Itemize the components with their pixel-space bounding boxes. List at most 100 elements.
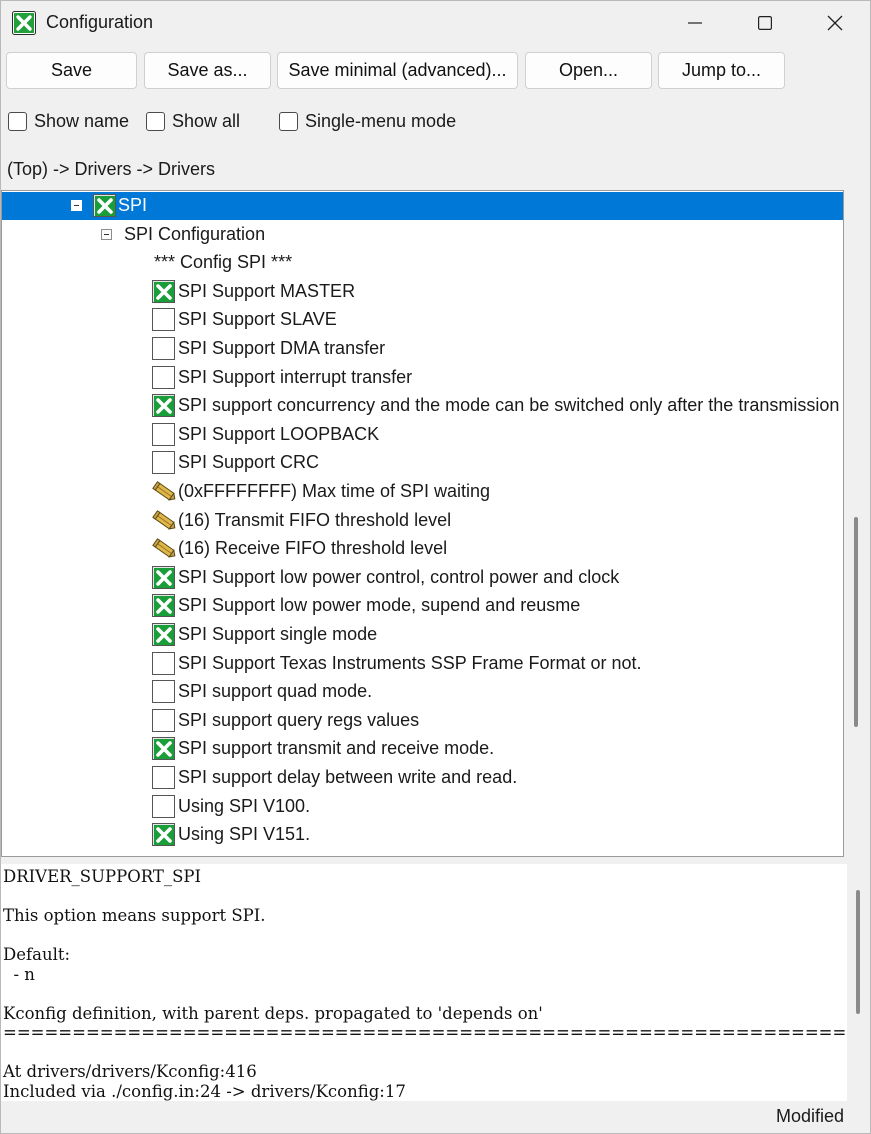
tree-row[interactable]: Using SPI V151.: [2, 821, 843, 849]
tree-row[interactable]: SPI Support MASTER: [2, 278, 843, 306]
tree-row[interactable]: *** Config SPI ***: [2, 249, 843, 277]
tree-row[interactable]: SPI Support Texas Instruments SSP Frame …: [2, 650, 843, 678]
show-all-option[interactable]: Show all: [146, 111, 240, 132]
tree-row-label: (0xFFFFFFFF) Max time of SPI waiting: [178, 481, 491, 501]
toolbar: Save Save as... Save minimal (advanced).…: [0, 52, 871, 89]
tree-row-label: SPI: [118, 195, 148, 215]
help-text: DRIVER_SUPPORT_SPI This option means sup…: [3, 867, 847, 1101]
unchecked-checkbox-icon[interactable]: [152, 708, 175, 732]
tree-row-label: *** Config SPI ***: [154, 252, 293, 273]
tree-row[interactable]: (0xFFFFFFFF) Max time of SPI waiting: [2, 478, 843, 506]
single-menu-label: Single-menu mode: [305, 111, 457, 131]
tree-row[interactable]: (16) Transmit FIFO threshold level: [2, 507, 843, 535]
tree-row[interactable]: Using SPI V100.: [2, 793, 843, 821]
tree-row[interactable]: SPI Support SLAVE: [2, 306, 843, 334]
unchecked-checkbox-icon[interactable]: [152, 651, 175, 675]
tree-row[interactable]: SPI: [2, 192, 843, 220]
tree-row-label: SPI Support low power mode, supend and r…: [178, 595, 581, 616]
show-name-label: Show name: [34, 111, 130, 131]
pencil-icon: [152, 508, 178, 534]
tree-row[interactable]: SPI Support single mode: [2, 621, 843, 649]
checked-checkbox-icon[interactable]: [152, 394, 175, 418]
checked-checkbox-icon[interactable]: [152, 594, 175, 618]
show-name-option[interactable]: Show name: [8, 111, 129, 132]
tree-row-label: SPI Support DMA transfer: [178, 338, 386, 358]
breadcrumb: (Top) -> Drivers -> Drivers: [7, 159, 216, 179]
help-panel: DRIVER_SUPPORT_SPI This option means sup…: [1, 864, 847, 1101]
single-menu-checkbox[interactable]: [279, 112, 298, 131]
pencil-icon: [152, 536, 178, 562]
help-scrollbar-thumb[interactable]: [856, 890, 860, 1014]
collapse-icon[interactable]: [101, 228, 112, 240]
checked-checkbox-icon[interactable]: [152, 823, 175, 847]
title-bar[interactable]: Configuration: [0, 0, 871, 46]
tree-row-label: SPI support delay between write and read…: [178, 767, 518, 787]
checked-checkbox-icon[interactable]: [152, 279, 175, 303]
save-button[interactable]: Save: [6, 52, 137, 89]
show-name-checkbox[interactable]: [8, 112, 27, 131]
tree-row-label: SPI support quad mode.: [178, 681, 373, 702]
pencil-icon: [152, 479, 178, 505]
unchecked-checkbox-icon[interactable]: [152, 794, 175, 818]
tree-row-label: SPI Support interrupt transfer: [178, 366, 413, 387]
tree-row[interactable]: SPI support delay between write and read…: [2, 764, 843, 792]
tree-row[interactable]: (16) Receive FIFO threshold level: [2, 535, 843, 563]
tree-scrollbar[interactable]: [844, 190, 868, 857]
tree-row-label: SPI Configuration: [124, 223, 266, 244]
close-button[interactable]: [800, 0, 870, 46]
tree-row-label: SPI Support single mode: [178, 624, 378, 644]
maximize-button[interactable]: [730, 0, 800, 46]
unchecked-checkbox-icon[interactable]: [152, 308, 175, 332]
tree-row[interactable]: SPI Support low power mode, supend and r…: [2, 592, 843, 620]
open-button[interactable]: Open...: [525, 52, 652, 89]
tree-row[interactable]: SPI support query regs values: [2, 707, 843, 735]
unchecked-checkbox-icon[interactable]: [152, 680, 175, 704]
tree-row-label: SPI Support MASTER: [178, 280, 356, 301]
tree-row[interactable]: SPI Support DMA transfer: [2, 335, 843, 363]
tree-row[interactable]: SPI Support interrupt transfer: [2, 364, 843, 392]
checked-checkbox-icon[interactable]: [93, 194, 116, 217]
tree-row-label: SPI support query regs values: [178, 709, 420, 730]
checked-checkbox-icon[interactable]: [152, 737, 175, 761]
tree-row[interactable]: SPI Support CRC: [2, 449, 843, 477]
tree-row-label: SPI Support low power control, control p…: [178, 566, 620, 587]
tree-row-label: SPI Support SLAVE: [178, 309, 337, 330]
tree-row[interactable]: SPI Configuration: [2, 221, 843, 249]
unchecked-checkbox-icon[interactable]: [152, 365, 175, 389]
maximize-icon: [758, 16, 772, 30]
minimize-icon: [688, 22, 702, 24]
unchecked-checkbox-icon[interactable]: [152, 337, 175, 360]
status-text: Modified: [775, 1106, 844, 1126]
tree-row-label: SPI Support LOOPBACK: [178, 423, 380, 444]
save-as-button[interactable]: Save as...: [144, 52, 271, 89]
unchecked-checkbox-icon[interactable]: [152, 422, 175, 446]
tree-row[interactable]: SPI Support LOOPBACK: [2, 421, 843, 449]
unchecked-checkbox-icon[interactable]: [152, 766, 175, 789]
show-all-checkbox[interactable]: [146, 112, 165, 131]
window-title: Configuration: [46, 12, 154, 32]
minimize-button[interactable]: [660, 0, 730, 46]
single-menu-option[interactable]: Single-menu mode: [279, 111, 456, 132]
save-minimal-button[interactable]: Save minimal (advanced)...: [277, 52, 518, 89]
tree-row-label: (16) Transmit FIFO threshold level: [178, 509, 452, 530]
tree-row-label: SPI Support CRC: [178, 452, 320, 473]
help-scrollbar[interactable]: [848, 864, 868, 1101]
options-row: Show name Show all Single-menu mode: [0, 108, 871, 138]
checked-checkbox-icon[interactable]: [152, 623, 175, 646]
show-all-label: Show all: [172, 111, 241, 131]
tree-row-label: SPI support transmit and receive mode.: [178, 738, 495, 759]
checked-checkbox-icon[interactable]: [152, 565, 175, 589]
tree-row-label: (16) Receive FIFO threshold level: [178, 538, 448, 559]
unchecked-checkbox-icon[interactable]: [152, 451, 175, 475]
menu-tree[interactable]: SPI SPI Configuration *** Config SPI *** SP…: [1, 190, 844, 857]
tree-row[interactable]: SPI support transmit and receive mode.: [2, 735, 843, 763]
close-icon: [827, 15, 843, 31]
tree-row[interactable]: SPI Support low power control, control p…: [2, 564, 843, 592]
tree-scrollbar-thumb[interactable]: [854, 517, 858, 727]
tree-row[interactable]: SPI support concurrency and the mode can…: [2, 392, 843, 420]
collapse-icon[interactable]: [71, 200, 82, 211]
tree-row-label: SPI Support Texas Instruments SSP Frame …: [178, 652, 642, 673]
jump-to-button[interactable]: Jump to...: [658, 52, 785, 89]
tree-row[interactable]: SPI support quad mode.: [2, 678, 843, 706]
tree-row-label: Using SPI V100.: [178, 795, 311, 816]
